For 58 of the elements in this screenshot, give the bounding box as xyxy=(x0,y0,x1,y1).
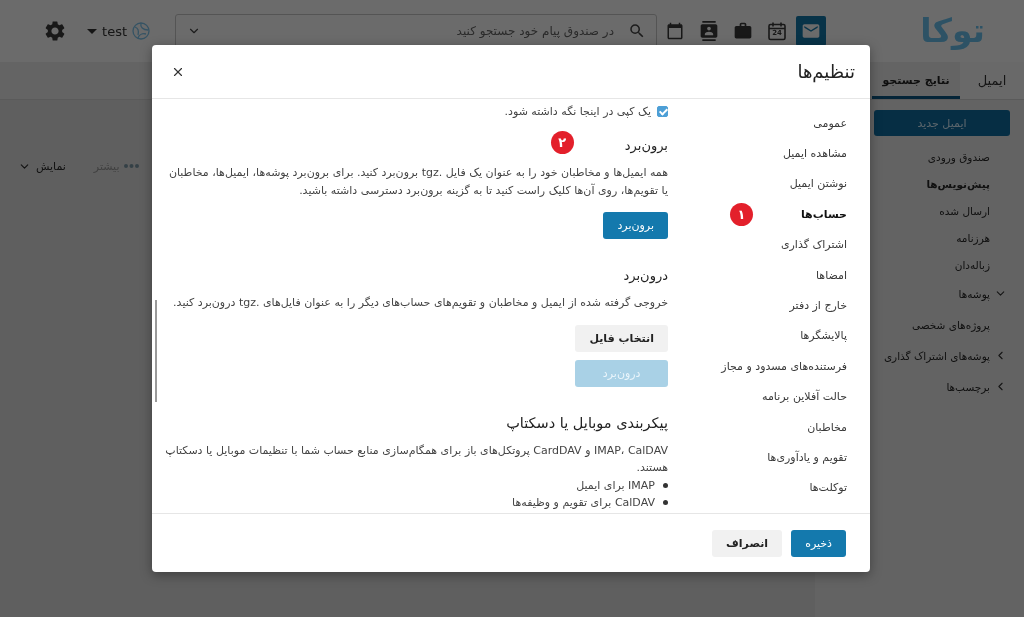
settings-nav-item[interactable]: عمومی xyxy=(813,116,847,130)
bullet-text: IMAP برای ایمیل xyxy=(576,478,655,492)
settings-nav-item[interactable]: پالایشگرها xyxy=(800,329,847,343)
settings-nav-item[interactable]: مخاطبان xyxy=(807,420,847,434)
globe-icon xyxy=(132,22,150,40)
folder-item[interactable]: هرزنامه xyxy=(956,231,990,244)
bullet-icon xyxy=(663,499,668,505)
folder-item[interactable]: پروژه‌های شخصی xyxy=(911,318,990,331)
caret-down-icon xyxy=(87,28,98,34)
folder-group-item[interactable]: پوشه‌ها xyxy=(958,287,990,300)
section-heading: پیکربندی موبایل یا دسکتاپ xyxy=(506,414,668,431)
settings-nav-item[interactable]: امضاها xyxy=(816,268,847,282)
view-button[interactable]: نمایش xyxy=(18,159,66,173)
section-heading: درون‌برد xyxy=(623,267,668,283)
action-button[interactable]: انتخاب فایل xyxy=(575,324,668,352)
contact-book-icon xyxy=(699,21,719,41)
folder-group-item[interactable]: پوشه‌های اشتراک گذاری xyxy=(883,349,990,362)
section-description: IMAP، CalDAV و CardDAV پروتکل‌های باز برای همگام‌سازی منابع حساب شما با تنظیمات موبایل یا دسکتاپ هستند. xyxy=(164,442,668,476)
settings-nav-item[interactable]: فرستنده‌های مسدود و مجاز xyxy=(721,359,847,373)
section-description: خروجی گرفته شده از ایمیل و مخاطبان و تقویم‌های حساب‌های دیگر را به عنوان فایل‌های .tgz درون‌برد کنید. xyxy=(172,295,668,311)
bullet-icon xyxy=(663,482,668,488)
search-icon xyxy=(628,22,646,40)
settings-nav-item[interactable]: تقویم و یادآوری‌ها xyxy=(767,451,847,464)
settings-nav-item[interactable]: حالت آفلاین برنامه xyxy=(762,390,847,404)
folder-item[interactable]: صندوق ورودی xyxy=(927,150,990,163)
briefcase-icon xyxy=(733,21,753,41)
save-button[interactable]: ذخیره xyxy=(791,529,846,557)
settings-nav-item[interactable]: نوشتن ایمیل xyxy=(789,177,847,191)
calendar-icon xyxy=(767,21,787,41)
more-dots-icon xyxy=(124,164,140,168)
bullet-text: CalDAV برای تقویم و وظیفه‌ها xyxy=(512,495,655,509)
scrollbar-thumb[interactable] xyxy=(155,300,157,402)
folder-item[interactable]: زباله‌دان xyxy=(954,258,990,271)
mail-icon xyxy=(801,21,821,41)
settings-nav-item[interactable]: مشاهده ایمیل xyxy=(782,147,847,161)
cancel-button[interactable]: انصراف xyxy=(712,529,783,557)
folder-item[interactable]: ارسال شده xyxy=(939,204,990,217)
checkbox-label: یک کپی در اینجا نگه داشته شود. xyxy=(504,104,651,118)
user-menu[interactable]: test xyxy=(87,22,150,40)
calendar-icon xyxy=(666,22,684,40)
settings-nav-item[interactable]: حساب‌ها xyxy=(800,207,847,221)
settings-nav-item[interactable]: توکلت‌ها xyxy=(809,481,847,495)
section-description: همه ایمیل‌ها و مخاطبان خود را به عنوان یک فایل .tgz برون‌برد کنید. برای برون‌برد پوشه‌ها، ایمیل‌ها، مخاطبان یا تقویم‌ها، روی آن‌ها کلیک راست کنید تا به گزینه برون‌برد دسترسی داشته باشید. xyxy=(167,165,668,199)
step-badge: ۱ xyxy=(729,202,753,226)
dialog-title: تنظیم‌ها xyxy=(797,61,855,82)
module-title: ایمیل xyxy=(960,62,1024,99)
step-badge: ۲ xyxy=(550,130,574,154)
checkbox[interactable] xyxy=(657,105,668,117)
search-field[interactable]: در صندوق پیام خود جستجو کنید xyxy=(175,14,657,48)
folder-group-item[interactable]: برچسب‌ها xyxy=(946,380,990,393)
new-email-button[interactable]: ایمیل جدید xyxy=(874,110,1010,136)
mail-app-button[interactable] xyxy=(796,16,826,46)
action-button[interactable]: برون‌برد xyxy=(603,212,668,239)
settings-nav-item[interactable]: خارج از دفتر xyxy=(789,299,847,313)
section-heading: برون‌برد xyxy=(624,137,668,153)
logo: توکا xyxy=(920,12,985,50)
settings-nav-item[interactable]: اشتراک گذاری xyxy=(780,238,847,252)
folder-item[interactable]: پیش‌نویس‌ها xyxy=(926,177,990,190)
